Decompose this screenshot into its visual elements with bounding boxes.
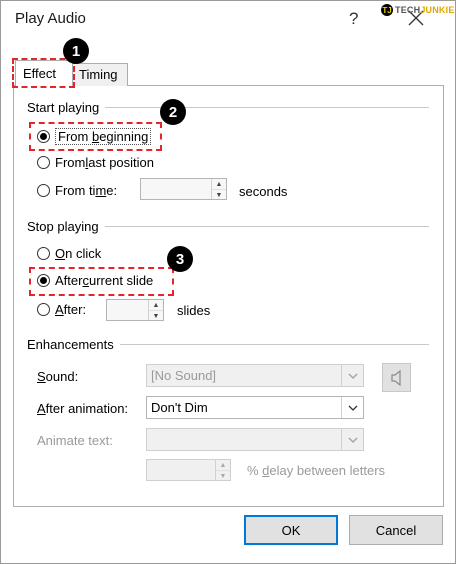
cancel-button[interactable]: Cancel (349, 515, 443, 545)
stop-playing-group: Stop playing (27, 219, 429, 234)
speaker-icon (390, 369, 401, 386)
start-playing-heading: Start playing (27, 100, 100, 115)
chevron-down-icon (341, 429, 363, 450)
play-audio-dialog: Play Audio ? TJ TECHJUNKIE Timing Effect… (0, 0, 456, 564)
radio-from-last-position[interactable]: From l ast position (37, 155, 154, 170)
radio-button[interactable] (37, 156, 50, 169)
enhancements-group: Enhancements (27, 337, 429, 352)
radio-from-time[interactable]: From ti m e: (37, 183, 117, 198)
help-button[interactable]: ? (349, 9, 358, 29)
radio-button[interactable] (37, 303, 50, 316)
tab-timing[interactable]: Timing (72, 63, 128, 86)
volume-button[interactable] (382, 363, 411, 392)
spin-up-icon[interactable]: ▲ (212, 179, 226, 189)
watermark-text-b: JUNKIE (420, 5, 455, 15)
after-animation-select[interactable]: Don't Dim (146, 396, 364, 419)
spin-down-icon[interactable]: ▼ (149, 310, 163, 321)
after-slides-stepper[interactable]: ▲ ▼ (106, 299, 164, 321)
chevron-down-icon (341, 397, 363, 418)
from-time-stepper[interactable]: ▲ ▼ (140, 178, 227, 200)
annotation-box-effect-tab (12, 58, 75, 88)
annotation-box-from-beginning (29, 122, 162, 151)
spin-down-icon[interactable]: ▼ (216, 470, 230, 481)
spin-up-icon[interactable]: ▲ (149, 300, 163, 310)
sound-select[interactable]: [No Sound] (146, 364, 364, 387)
radio-button[interactable] (37, 184, 50, 197)
radio-after-slides[interactable]: After: (37, 302, 86, 317)
stop-playing-heading: Stop playing (27, 219, 99, 234)
ok-button[interactable]: OK (244, 515, 338, 545)
annotation-badge-3: 3 (167, 246, 193, 272)
annotation-badge-2: 2 (160, 99, 186, 125)
sound-label: Sound: (37, 369, 79, 384)
slides-label: slides (177, 303, 211, 318)
after-animation-label: After animation: (37, 401, 129, 416)
radio-on-click[interactable]: On click (37, 246, 101, 261)
animate-text-label: Animate text: (37, 433, 113, 448)
dialog-title: Play Audio (15, 10, 86, 27)
spin-up-icon[interactable]: ▲ (216, 460, 230, 470)
radio-button[interactable] (37, 247, 50, 260)
annotation-box-after-current-slide (29, 267, 174, 296)
spin-down-icon[interactable]: ▼ (212, 189, 226, 200)
chevron-down-icon (341, 365, 363, 386)
delay-stepper[interactable]: ▲ ▼ (146, 459, 231, 481)
seconds-label: seconds (239, 184, 288, 199)
tab-timing-label: Timing (79, 67, 118, 82)
annotation-badge-1: 1 (63, 38, 89, 64)
techjunkie-logo: TJ (381, 4, 393, 16)
animate-text-select[interactable] (146, 428, 364, 451)
techjunkie-watermark: TJ TECHJUNKIE (381, 3, 455, 17)
enhancements-heading: Enhancements (27, 337, 114, 352)
start-playing-group: Start playing (27, 100, 429, 115)
watermark-text-a: TECH (395, 5, 421, 15)
delay-label: % delay between letters (247, 463, 386, 478)
